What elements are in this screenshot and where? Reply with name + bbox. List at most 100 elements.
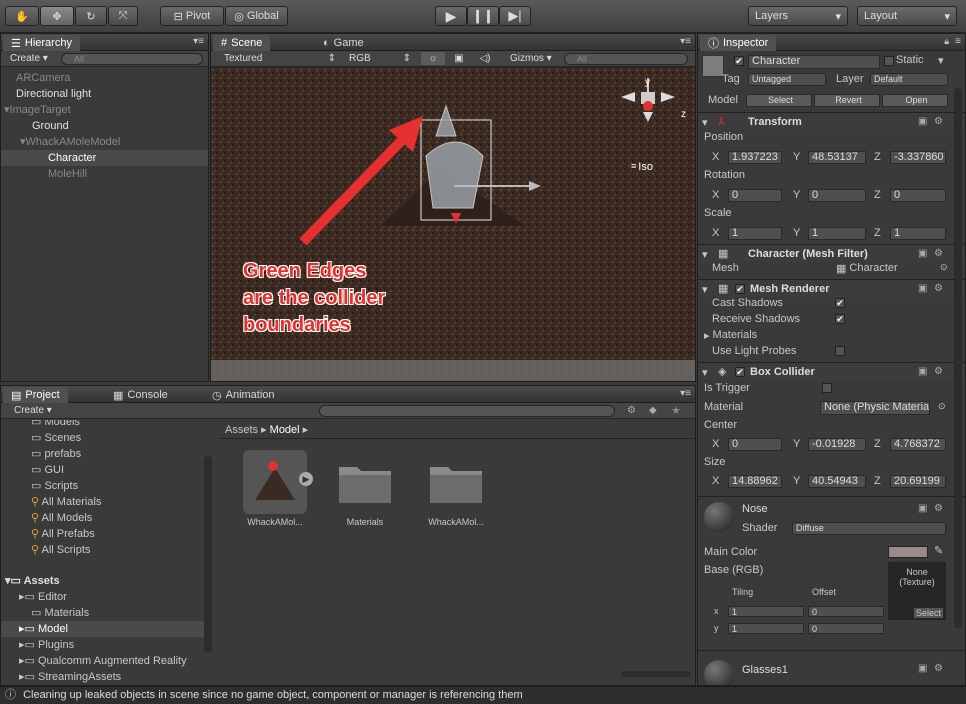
- tree-item[interactable]: ⚲ All Prefabs: [1, 526, 211, 542]
- book-icon[interactable]: ▣: [918, 117, 928, 127]
- audio-toggle[interactable]: ◁): [474, 52, 496, 65]
- book-icon[interactable]: ▣: [918, 284, 928, 294]
- gear-icon[interactable]: ⚙: [934, 117, 944, 127]
- tree-item[interactable]: ⚲ All Scripts: [1, 542, 211, 558]
- panel-menu-icon[interactable]: ≡: [955, 36, 961, 47]
- hierarchy-item-arcamera[interactable]: ARCamera: [1, 70, 208, 86]
- tree-item[interactable]: ▸▭ StreamingAssets: [1, 669, 211, 684]
- tree-item[interactable]: ▭ prefabs: [1, 446, 211, 462]
- static-checkbox[interactable]: [884, 56, 894, 66]
- tree-item-model[interactable]: ▸▭ Model: [1, 621, 211, 637]
- position-x-field[interactable]: 1.937223: [728, 151, 782, 164]
- label-tag-icon[interactable]: ◆: [649, 405, 657, 416]
- gear-icon[interactable]: ⚙: [934, 367, 944, 377]
- tree-item[interactable]: ▭ GUI: [1, 462, 211, 478]
- hierarchy-create-dropdown[interactable]: Create ▾: [7, 52, 51, 65]
- gear-icon[interactable]: ⚙: [934, 284, 944, 294]
- collapse-arrow-icon[interactable]: ▾: [702, 283, 708, 296]
- object-picker-icon[interactable]: ⊙: [940, 262, 948, 273]
- gear-icon[interactable]: ⚙: [934, 249, 944, 259]
- book-icon[interactable]: ▣: [918, 249, 928, 259]
- model-open-button[interactable]: Open: [882, 94, 948, 107]
- iso-toggle[interactable]: ≡ Iso: [631, 161, 653, 173]
- gear-icon[interactable]: ⚙: [934, 504, 944, 514]
- object-picker-icon[interactable]: ⊙: [938, 401, 946, 412]
- collapse-arrow-icon[interactable]: ▾: [702, 116, 708, 129]
- scale-x-field[interactable]: 1: [728, 227, 782, 240]
- collider-material-field[interactable]: None (Physic Material): [820, 401, 930, 415]
- asset-folder[interactable]: [337, 461, 393, 505]
- materials-foldout[interactable]: ▸ Materials: [704, 329, 757, 342]
- light-probes-checkbox[interactable]: [835, 346, 845, 356]
- receive-shadows-checkbox[interactable]: ✔: [835, 314, 845, 324]
- asset-folder[interactable]: [428, 461, 484, 505]
- object-name-field[interactable]: Character: [748, 55, 880, 69]
- panel-menu-icon[interactable]: ▾≡: [680, 36, 691, 47]
- mesh-renderer-header[interactable]: ▾ ▦ ✔ Mesh Renderer ▣ ⚙: [698, 279, 965, 297]
- tree-item-assets[interactable]: ▾▭ Assets: [1, 573, 211, 589]
- panel-menu-icon[interactable]: ▾≡: [193, 36, 204, 47]
- layer-dropdown[interactable]: Default: [870, 73, 948, 86]
- texture-slot[interactable]: None (Texture) Select: [888, 562, 946, 620]
- tree-item[interactable]: ▸▭ Plugins: [1, 637, 211, 653]
- book-icon[interactable]: ▣: [918, 504, 928, 514]
- hierarchy-item-character[interactable]: Character: [1, 150, 208, 166]
- gizmos-dropdown[interactable]: Gizmos ▾: [507, 52, 557, 65]
- tree-item[interactable]: ▭ Models: [1, 420, 211, 430]
- active-checkbox[interactable]: ✔: [734, 56, 744, 66]
- scale-y-field[interactable]: 1: [808, 227, 866, 240]
- tiling-y-field[interactable]: 1: [728, 623, 804, 634]
- tree-item[interactable]: ▭ Scripts: [1, 478, 211, 494]
- mesh-field[interactable]: ▦ Character: [836, 262, 898, 275]
- pause-button[interactable]: ❙❙: [467, 6, 499, 26]
- position-z-field[interactable]: -3.337860: [890, 151, 946, 164]
- tab-hierarchy[interactable]: ☰ Hierarchy: [3, 35, 80, 51]
- box-collider-header[interactable]: ▾ ◈ ✔ Box Collider ▣ ⚙: [698, 362, 965, 380]
- hierarchy-item-ground[interactable]: Ground: [1, 118, 208, 134]
- rotation-z-field[interactable]: 0: [890, 189, 946, 202]
- tab-game[interactable]: ◐ Game: [315, 35, 372, 51]
- asset-thumbnail[interactable]: [243, 450, 307, 514]
- draw-mode-dropdown[interactable]: Textured ⇕: [221, 52, 339, 65]
- thumbnail-size-slider[interactable]: [621, 671, 691, 677]
- shader-dropdown[interactable]: Diffuse: [792, 522, 946, 535]
- offset-y-field[interactable]: 0: [808, 623, 884, 634]
- rotation-y-field[interactable]: 0: [808, 189, 866, 202]
- lighting-toggle[interactable]: ☼: [421, 52, 445, 65]
- project-search-input[interactable]: [319, 405, 615, 417]
- project-create-dropdown[interactable]: Create ▾: [11, 404, 55, 417]
- hierarchy-item-imagetarget[interactable]: ▾ImageTarget: [1, 102, 208, 118]
- status-message[interactable]: Cleaning up leaked objects in scene sinc…: [23, 689, 523, 701]
- book-icon[interactable]: ▣: [918, 664, 928, 674]
- play-button[interactable]: ▶: [435, 6, 467, 26]
- hierarchy-item-molehill[interactable]: MoleHill: [1, 166, 208, 182]
- position-y-field[interactable]: 48.53137: [808, 151, 866, 164]
- main-color-swatch[interactable]: [888, 546, 928, 558]
- rotate-tool-button[interactable]: ↻: [75, 6, 107, 26]
- hierarchy-search-input[interactable]: All: [61, 53, 203, 65]
- hierarchy-item-directional-light[interactable]: Directional light: [1, 86, 208, 102]
- tree-item[interactable]: ▭ Materials: [1, 605, 211, 621]
- render-mode-dropdown[interactable]: RGB ⇕: [346, 52, 414, 65]
- scene-search-input[interactable]: All: [564, 53, 688, 65]
- step-button[interactable]: ▶|: [499, 6, 531, 26]
- image-toggle[interactable]: ▣: [449, 52, 469, 65]
- center-x-field[interactable]: 0: [728, 438, 782, 451]
- size-z-field[interactable]: 20.69199: [890, 475, 946, 488]
- tab-scene[interactable]: # Scene: [213, 35, 271, 51]
- breadcrumb-item[interactable]: Model: [270, 424, 300, 436]
- inspector-scrollbar[interactable]: [954, 88, 962, 628]
- layers-dropdown[interactable]: Layers ▾: [748, 6, 848, 26]
- cast-shadows-checkbox[interactable]: ✔: [835, 298, 845, 308]
- is-trigger-checkbox[interactable]: [822, 383, 832, 393]
- global-toggle[interactable]: ◎ Global: [225, 6, 288, 26]
- model-select-button[interactable]: Select: [746, 94, 812, 107]
- collapse-arrow-icon[interactable]: ▾: [702, 366, 708, 379]
- panel-menu-icon[interactable]: ▾≡: [680, 388, 691, 399]
- tree-item[interactable]: ▸▭ Editor: [1, 589, 211, 605]
- expand-asset-button[interactable]: ▶: [299, 472, 313, 486]
- mesh-filter-header[interactable]: ▾ ▦ Character (Mesh Filter) ▣ ⚙: [698, 244, 965, 262]
- tree-item[interactable]: ▭ Scenes: [1, 430, 211, 446]
- breadcrumb-item[interactable]: Assets: [225, 424, 258, 436]
- tab-animation[interactable]: ◷ Animation: [204, 387, 283, 403]
